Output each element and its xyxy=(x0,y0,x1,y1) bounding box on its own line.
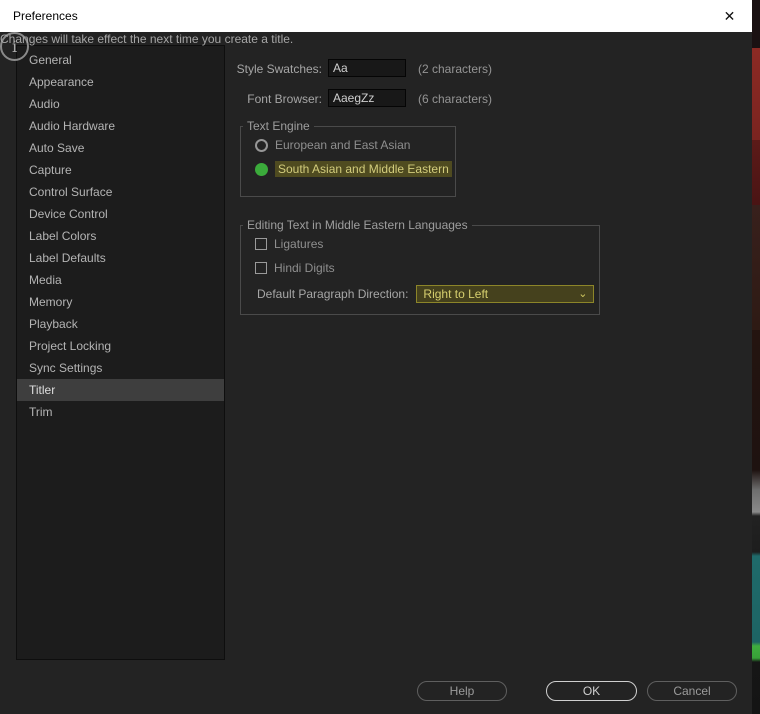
font-browser-label: Font Browser: xyxy=(247,92,322,106)
preferences-category-list: General Appearance Audio Audio Hardware … xyxy=(16,45,225,660)
sidebar-item-trim[interactable]: Trim xyxy=(17,401,224,423)
middle-eastern-editing-group: Editing Text in Middle Eastern Languages… xyxy=(240,218,600,315)
font-browser-input[interactable] xyxy=(328,89,406,107)
radio-south-asian-middle-eastern[interactable]: South Asian and Middle Eastern xyxy=(255,157,455,181)
help-button[interactable]: Help xyxy=(417,681,507,701)
sidebar-item-label-defaults[interactable]: Label Defaults xyxy=(17,247,224,269)
text-engine-group: Text Engine European and East Asian Sout… xyxy=(240,119,456,197)
font-browser-hint: (6 characters) xyxy=(418,92,493,106)
radio-label: European and East Asian xyxy=(275,138,411,152)
sidebar-item-label-colors[interactable]: Label Colors xyxy=(17,225,224,247)
radio-label: South Asian and Middle Eastern xyxy=(275,161,452,177)
dropdown-value: Right to Left xyxy=(423,287,489,301)
checkbox-label: Hindi Digits xyxy=(274,261,335,275)
chevron-down-icon: ⌄ xyxy=(578,288,588,300)
sidebar-item-media[interactable]: Media xyxy=(17,269,224,291)
sidebar-item-audio-hardware[interactable]: Audio Hardware xyxy=(17,115,224,137)
sidebar-item-appearance[interactable]: Appearance xyxy=(17,71,224,93)
radio-icon-unselected xyxy=(255,138,268,152)
checkbox-hindi-digits[interactable]: Hindi Digits xyxy=(255,256,599,280)
title-bar: Preferences ✕ xyxy=(0,0,752,32)
sidebar-item-memory[interactable]: Memory xyxy=(17,291,224,313)
sidebar-item-playback[interactable]: Playback xyxy=(17,313,224,335)
sidebar-item-audio[interactable]: Audio xyxy=(17,93,224,115)
info-message: Changes will take effect the next time y… xyxy=(0,32,294,46)
style-swatches-hint: (2 characters) xyxy=(418,62,493,76)
style-swatches-input[interactable] xyxy=(328,59,406,77)
middle-eastern-group-title: Editing Text in Middle Eastern Languages xyxy=(247,218,468,232)
ok-button[interactable]: OK xyxy=(546,681,637,701)
window-title: Preferences xyxy=(13,9,78,23)
checkbox-label: Ligatures xyxy=(274,237,324,251)
cancel-button[interactable]: Cancel xyxy=(647,681,737,701)
sidebar-item-project-locking[interactable]: Project Locking xyxy=(17,335,224,357)
sidebar-item-auto-save[interactable]: Auto Save xyxy=(17,137,224,159)
text-engine-group-title: Text Engine xyxy=(247,119,310,133)
dialog-body: General Appearance Audio Audio Hardware … xyxy=(0,32,752,714)
paragraph-direction-row: Default Paragraph Direction: Right to Le… xyxy=(257,285,599,303)
close-icon: ✕ xyxy=(723,7,736,24)
sidebar-item-capture[interactable]: Capture xyxy=(17,159,224,181)
background-app-strip xyxy=(752,0,760,714)
paragraph-direction-label: Default Paragraph Direction: xyxy=(257,287,409,301)
checkbox-ligatures[interactable]: Ligatures xyxy=(255,232,599,256)
sidebar-item-device-control[interactable]: Device Control xyxy=(17,203,224,225)
checkbox-icon-unchecked xyxy=(255,262,267,274)
radio-icon-selected xyxy=(255,162,268,176)
sidebar-item-control-surface[interactable]: Control Surface xyxy=(17,181,224,203)
sidebar-item-sync-settings[interactable]: Sync Settings xyxy=(17,357,224,379)
checkbox-icon-unchecked xyxy=(255,238,267,250)
sidebar-item-general[interactable]: General xyxy=(17,49,224,71)
paragraph-direction-dropdown[interactable]: Right to Left ⌄ xyxy=(416,285,595,303)
sidebar-item-titler[interactable]: Titler xyxy=(17,379,224,401)
radio-european-east-asian[interactable]: European and East Asian xyxy=(255,133,455,157)
preferences-dialog: Preferences ✕ General Appearance Audio A… xyxy=(0,0,752,714)
close-button[interactable]: ✕ xyxy=(707,0,752,32)
style-swatches-label: Style Swatches: xyxy=(236,62,322,76)
